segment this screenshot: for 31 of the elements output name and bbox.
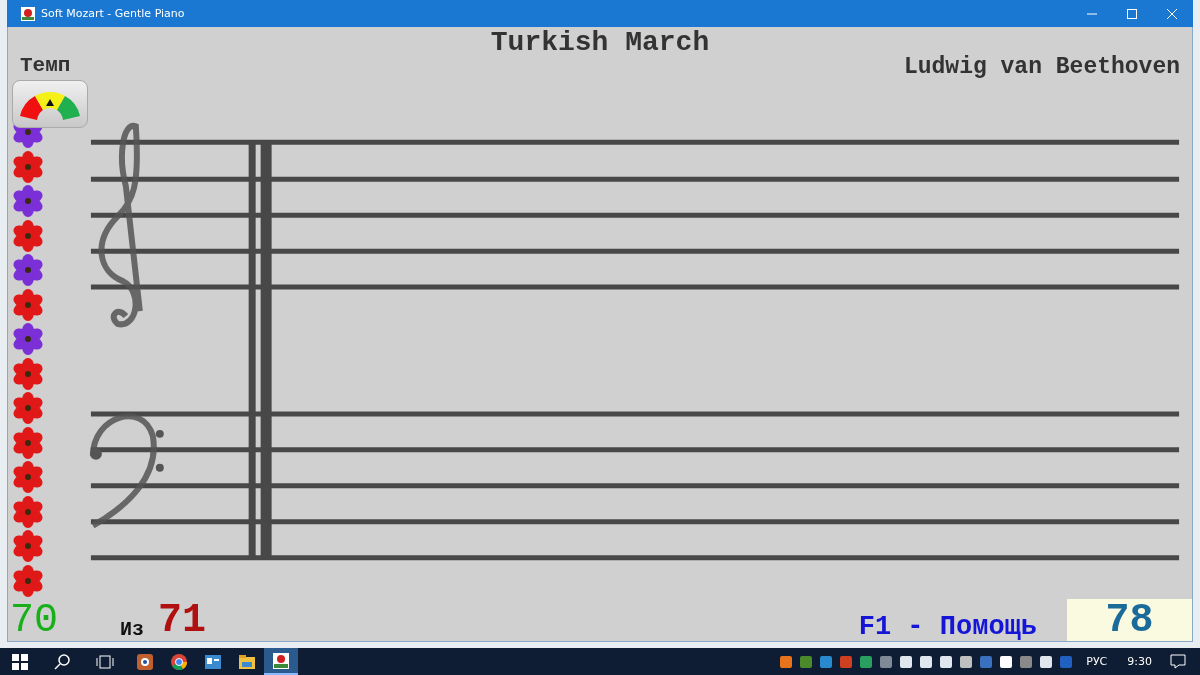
piece-title: Turkish March [490,27,710,58]
folder-icon [239,654,255,669]
tray-icon[interactable] [1039,654,1054,669]
language-indicator[interactable]: РУС [1086,655,1108,668]
total-count: 71 [158,601,207,641]
app-icon [21,6,35,21]
window-title: Soft Mozart - Gentle Piano [41,7,185,20]
tray-icon[interactable] [959,654,974,669]
close-icon[interactable] [1167,8,1177,19]
tempo-label: Темп [20,54,71,77]
maximize-icon[interactable] [1127,8,1137,19]
clock[interactable]: 9:30 [1127,655,1152,668]
search-icon[interactable] [54,653,70,670]
browser-icon [171,653,187,670]
of-label: Из [120,618,145,641]
tray-icon[interactable] [919,654,934,669]
taskbar-app[interactable] [264,648,298,675]
eye-icon [137,653,153,670]
score-display: 78 [1067,599,1192,641]
notification-icon[interactable] [1170,654,1186,669]
tray-icon[interactable] [899,654,914,669]
task-view-icon[interactable] [96,654,114,669]
help-hint: F1 - Помощь [858,614,1037,641]
tempo-gauge[interactable] [12,80,88,128]
tray-icon[interactable] [939,654,954,669]
composer-name: Ludwig van Beethoven [903,54,1180,80]
start-icon[interactable] [12,653,28,670]
contact-card-icon [205,654,221,669]
tray-icon[interactable] [999,654,1014,669]
completed-count: 70 [10,601,58,641]
flower-app-icon [273,652,289,669]
